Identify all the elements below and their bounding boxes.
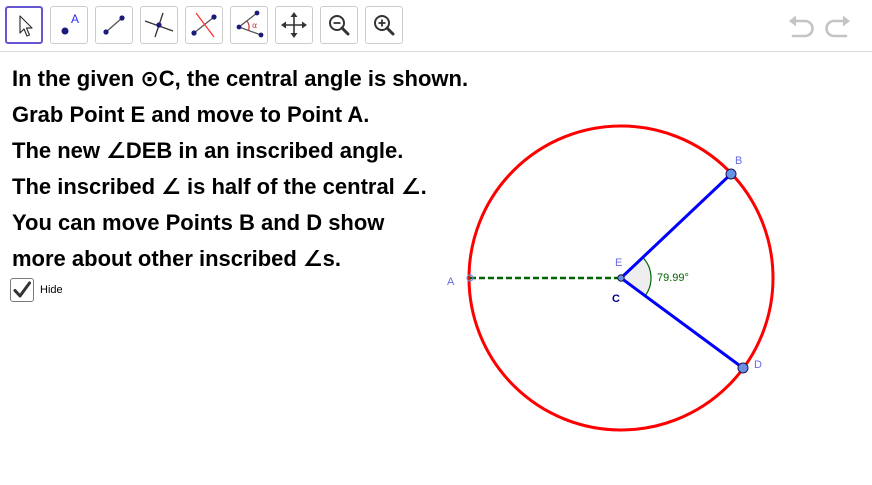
point-a-label: A	[447, 276, 455, 288]
point-d[interactable]	[737, 362, 749, 374]
perpendicular-line-tool-button[interactable]	[140, 6, 178, 44]
segment-e-d[interactable]	[620, 276, 744, 370]
checkmark-icon	[13, 281, 31, 298]
instruction-line: You can move Points B and D show	[12, 210, 385, 235]
instruction-line: more about other inscribed ∠s.	[12, 246, 342, 271]
angle-icon: α	[236, 10, 264, 38]
geometry-layer: A B D E C 79.99°	[447, 124, 775, 432]
angle-tool-button[interactable]: α	[230, 6, 268, 44]
point-d-label: D	[754, 359, 762, 371]
point-icon: A	[61, 12, 79, 35]
point-tool-label: A	[71, 12, 79, 26]
point-e-label: E	[615, 257, 622, 269]
geogebra-applet: A α A B D E C 79.99° In the given ⊙C, th…	[0, 0, 872, 485]
segment-e-b[interactable]	[619, 172, 733, 280]
move-graphics-view-tool-button[interactable]	[275, 6, 313, 44]
move-arrows-icon	[281, 12, 307, 38]
point-e[interactable]	[617, 274, 625, 282]
instruction-line: Grab Point E and move to Point A.	[12, 102, 370, 127]
zoom-out-tool-button[interactable]	[320, 6, 358, 44]
zoom-in-icon	[374, 15, 395, 36]
perpendicular-bisector-tool-button[interactable]	[185, 6, 223, 44]
instruction-line: In the given ⊙C, the central angle is sh…	[12, 66, 469, 91]
point-b-label: B	[735, 155, 742, 167]
hide-checkbox[interactable]	[10, 278, 34, 302]
perpendicular-line-icon	[144, 12, 174, 38]
arrow-pointer-icon	[19, 15, 33, 37]
point-b[interactable]	[725, 168, 737, 180]
zoom-in-tool-button[interactable]	[365, 6, 403, 44]
point-tool-button[interactable]: A	[50, 6, 88, 44]
instruction-line: The new ∠DEB in an inscribed angle.	[12, 138, 404, 163]
angle-tool-alpha: α	[252, 21, 257, 30]
hide-checkbox-label: Hide	[40, 284, 63, 296]
undo-icon	[789, 15, 814, 38]
undo-button[interactable]	[785, 12, 819, 42]
instructions-text: In the given ⊙C, the central angle is sh…	[12, 61, 468, 277]
angle-measure-label: 79.99°	[657, 272, 689, 284]
perpendicular-bisector-icon	[191, 12, 217, 38]
segment-icon	[103, 15, 125, 35]
instruction-line: The inscribed ∠ is half of the central ∠…	[12, 174, 427, 199]
point-c-label: C	[612, 293, 620, 305]
hide-checkbox-row: Hide	[10, 277, 63, 303]
segment-tool-button[interactable]	[95, 6, 133, 44]
toolbar: A α	[0, 0, 872, 52]
zoom-out-icon	[329, 15, 350, 36]
redo-button[interactable]	[820, 12, 854, 42]
redo-icon	[825, 15, 850, 38]
move-tool-button[interactable]	[5, 6, 43, 44]
